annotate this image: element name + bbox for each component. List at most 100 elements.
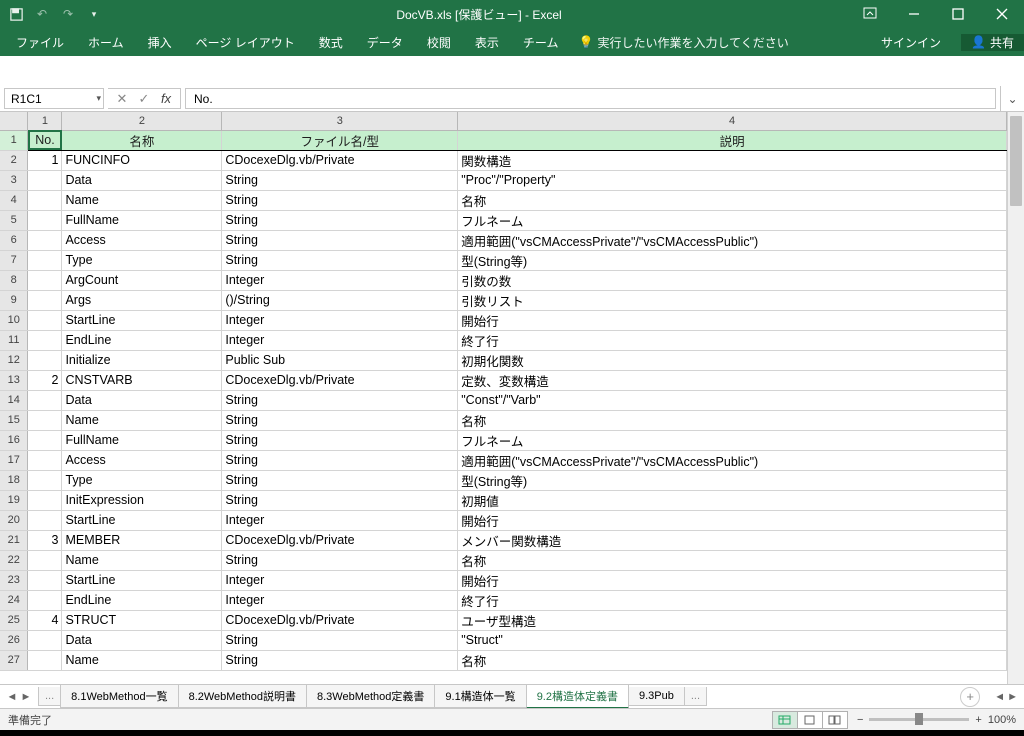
minimize-button[interactable] (892, 0, 936, 28)
cell[interactable]: StartLine (62, 510, 222, 530)
ribbon-tab[interactable]: ファイル (4, 28, 76, 56)
cell[interactable]: 型(String等) (458, 470, 1007, 490)
sheet-tab[interactable]: 8.2WebMethod説明書 (178, 685, 307, 708)
cell[interactable]: Initialize (62, 350, 222, 370)
cell[interactable]: 説明 (458, 130, 1007, 150)
cell[interactable] (28, 270, 62, 290)
row-header[interactable]: 18 (0, 470, 28, 490)
zoom-slider-handle[interactable] (915, 713, 923, 725)
formula-bar-expand-icon[interactable]: ⌄ (1000, 86, 1024, 111)
cell[interactable] (28, 430, 62, 450)
name-box-dropdown-icon[interactable]: ▾ (96, 93, 101, 104)
cell[interactable]: ()/String (222, 290, 458, 310)
cell[interactable]: InitExpression (62, 490, 222, 510)
cell[interactable]: String (222, 550, 458, 570)
cell[interactable]: Integer (222, 310, 458, 330)
cell[interactable]: Name (62, 190, 222, 210)
save-icon[interactable] (8, 6, 24, 22)
cell[interactable]: 名称 (458, 650, 1007, 670)
zoom-level[interactable]: 100% (988, 714, 1016, 726)
cell[interactable]: Name (62, 650, 222, 670)
row-header[interactable]: 4 (0, 190, 28, 210)
cell[interactable]: CDocexeDlg.vb/Private (222, 370, 458, 390)
zoom-in-button[interactable]: + (975, 714, 981, 726)
ribbon-tab[interactable]: データ (355, 28, 415, 56)
worksheet-grid[interactable]: 1 2 3 4 1 No. 名称 ファイル名/型 説明 21FUNCINFOCD… (0, 112, 1007, 684)
cell[interactable]: String (222, 630, 458, 650)
cell[interactable]: 定数、変数構造 (458, 370, 1007, 390)
row-header[interactable]: 11 (0, 330, 28, 350)
view-page-break-button[interactable] (822, 711, 848, 729)
cell[interactable]: Access (62, 450, 222, 470)
ribbon-tab[interactable]: チーム (511, 28, 571, 56)
scrollbar-thumb[interactable] (1010, 116, 1022, 206)
cell[interactable]: Data (62, 170, 222, 190)
cell[interactable]: CNSTVARB (62, 370, 222, 390)
sheet-tab[interactable]: 9.3Pub (628, 687, 685, 706)
row-header[interactable]: 20 (0, 510, 28, 530)
cell[interactable]: Integer (222, 330, 458, 350)
cell[interactable] (28, 250, 62, 270)
cell[interactable]: Args (62, 290, 222, 310)
cell[interactable]: MEMBER (62, 530, 222, 550)
ribbon-tab[interactable]: 校閲 (415, 28, 463, 56)
cell[interactable]: フルネーム (458, 430, 1007, 450)
cell[interactable]: No. (28, 130, 62, 150)
ribbon-tab[interactable]: 表示 (463, 28, 511, 56)
cell[interactable]: 引数の数 (458, 270, 1007, 290)
cell[interactable]: 名称 (458, 550, 1007, 570)
cell[interactable]: ArgCount (62, 270, 222, 290)
cell[interactable]: StartLine (62, 310, 222, 330)
cell[interactable]: String (222, 210, 458, 230)
ribbon-options-icon[interactable] (848, 0, 892, 28)
row-header[interactable]: 8 (0, 270, 28, 290)
row-header[interactable]: 6 (0, 230, 28, 250)
cell[interactable]: 4 (28, 610, 62, 630)
cell[interactable] (28, 210, 62, 230)
row-header[interactable]: 21 (0, 530, 28, 550)
formula-input[interactable]: No. (185, 88, 996, 109)
cell[interactable]: EndLine (62, 330, 222, 350)
cell[interactable]: String (222, 410, 458, 430)
cell[interactable]: Data (62, 390, 222, 410)
cell[interactable]: FullName (62, 210, 222, 230)
hscroll-left-icon[interactable]: ◄ (994, 691, 1005, 703)
cell[interactable]: FullName (62, 430, 222, 450)
cell[interactable]: String (222, 190, 458, 210)
tell-me-search[interactable]: 💡 実行したい作業を入力してください (570, 34, 796, 51)
cell[interactable] (28, 570, 62, 590)
cell[interactable]: Data (62, 630, 222, 650)
col-header[interactable]: 4 (458, 112, 1007, 130)
cell[interactable]: 型(String等) (458, 250, 1007, 270)
cell[interactable]: StartLine (62, 570, 222, 590)
row-header[interactable]: 16 (0, 430, 28, 450)
cell[interactable]: String (222, 650, 458, 670)
cell[interactable]: 初期化関数 (458, 350, 1007, 370)
cell[interactable]: 終了行 (458, 590, 1007, 610)
col-header[interactable]: 2 (62, 112, 222, 130)
share-button[interactable]: 👤 共有 (961, 34, 1024, 51)
cell[interactable]: String (222, 390, 458, 410)
cell[interactable]: Access (62, 230, 222, 250)
sheet-tab[interactable]: 8.1WebMethod一覧 (60, 685, 178, 708)
row-header[interactable]: 15 (0, 410, 28, 430)
row-header[interactable]: 26 (0, 630, 28, 650)
cell[interactable]: 2 (28, 370, 62, 390)
sheet-nav-prev-icon[interactable]: ◄ (6, 691, 18, 703)
cell[interactable]: ファイル名/型 (222, 130, 458, 150)
view-page-layout-button[interactable] (797, 711, 823, 729)
row-header[interactable]: 14 (0, 390, 28, 410)
cell[interactable] (28, 290, 62, 310)
ribbon-tab[interactable]: 数式 (307, 28, 355, 56)
row-header[interactable]: 2 (0, 150, 28, 170)
sheet-tab[interactable]: 9.1構造体一覧 (434, 685, 526, 708)
col-header[interactable]: 1 (28, 112, 62, 130)
ribbon-tab[interactable]: 挿入 (136, 28, 184, 56)
cell[interactable] (28, 650, 62, 670)
cell[interactable]: String (222, 470, 458, 490)
cell[interactable] (28, 410, 62, 430)
row-header[interactable]: 17 (0, 450, 28, 470)
col-header[interactable]: 3 (222, 112, 458, 130)
cancel-icon[interactable]: ✕ (114, 91, 130, 107)
zoom-slider[interactable] (869, 718, 969, 721)
